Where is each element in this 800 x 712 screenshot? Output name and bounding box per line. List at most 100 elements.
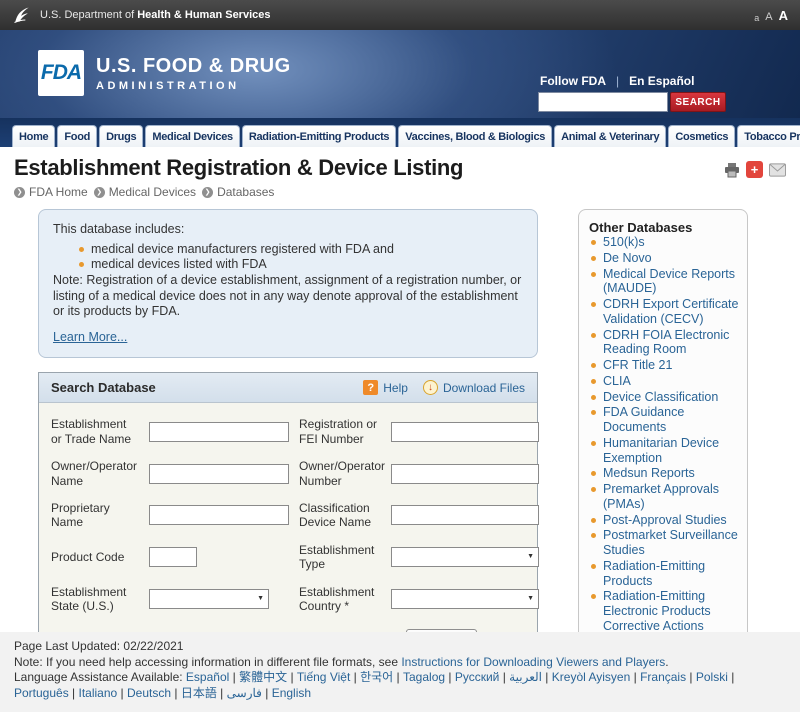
nav-tab-cosmetics[interactable]: Cosmetics [668, 125, 735, 147]
language-link-espanol[interactable]: Español [186, 670, 229, 684]
search-submit-button[interactable]: Search [406, 629, 477, 631]
fda-logo[interactable]: FDA U.S. FOOD & DRUG ADMINISTRATION [38, 50, 291, 96]
header-utility-area: Follow FDA | En Español SEARCH [538, 74, 728, 112]
en-espanol-link[interactable]: En Español [629, 74, 694, 88]
content-column: This database includes: medical device m… [38, 209, 538, 632]
language-link-german[interactable]: Deutsch [117, 686, 171, 700]
language-link-italian[interactable]: Italiano [69, 686, 118, 700]
establishment-type-label: Establishment Type [299, 543, 381, 572]
language-link-japanese[interactable]: 日本語 [171, 686, 217, 700]
main-content: Establishment Registration & Device List… [0, 147, 800, 632]
sidebar-item-cfr-title-21[interactable]: CFR Title 21 [589, 358, 739, 373]
sidebar-item-radiation-corrective-actions[interactable]: Radiation-Emitting Electronic Products C… [589, 589, 739, 631]
site-search-input[interactable] [538, 92, 668, 112]
sidebar-item-guidance-documents[interactable]: FDA Guidance Documents [589, 405, 739, 435]
sidebar-item-post-approval-studies[interactable]: Post-Approval Studies [589, 513, 739, 528]
proprietary-name-label: Proprietary Name [51, 501, 139, 530]
language-link-french[interactable]: Français [630, 670, 686, 684]
owner-operator-number-input[interactable] [391, 464, 539, 484]
font-size-large-button[interactable]: A [779, 8, 788, 23]
language-link-kreyol[interactable]: Kreyòl Ayisyen [542, 670, 630, 684]
nav-tab-food[interactable]: Food [57, 125, 97, 147]
language-link-tagalog[interactable]: Tagalog [393, 670, 445, 684]
download-icon[interactable] [423, 380, 438, 395]
page-title: Establishment Registration & Device List… [14, 155, 463, 181]
hhs-department-label: U.S. Department of Health & Human Servic… [40, 9, 271, 21]
breadcrumb: FDA Home Medical Devices Databases [14, 185, 786, 199]
primary-nav: Home Food Drugs Medical Devices Radiatio… [0, 118, 800, 147]
hhs-eagle-icon [12, 5, 32, 25]
owner-operator-number-label: Owner/Operator Number [299, 459, 381, 488]
language-link-russian[interactable]: Русский [445, 670, 499, 684]
help-link[interactable]: Help [383, 381, 408, 395]
chevron-circle-icon [14, 187, 25, 198]
font-size-controls: a A A [754, 8, 788, 23]
font-size-medium-button[interactable]: A [765, 11, 772, 23]
sidebar-item-de-novo[interactable]: De Novo [589, 251, 739, 266]
info-bullet-item: medical devices listed with FDA [79, 257, 523, 273]
page-footer: Page Last Updated: 02/22/2021 Note: If y… [0, 632, 800, 712]
sidebar-item-postmarket-surveillance[interactable]: Postmarket Surveillance Studies [589, 528, 739, 558]
other-databases-panel: Other Databases 510(k)s De Novo Medical … [578, 209, 748, 632]
owner-operator-name-label: Owner/Operator Name [51, 459, 139, 488]
print-icon[interactable] [723, 161, 740, 178]
nav-tab-vaccines-blood-biologics[interactable]: Vaccines, Blood & Biologics [398, 125, 552, 147]
establishment-name-input[interactable] [149, 422, 289, 442]
link-separator: | [616, 74, 619, 88]
owner-operator-name-input[interactable] [149, 464, 289, 484]
sidebar-item-510ks[interactable]: 510(k)s [589, 235, 739, 250]
proprietary-name-input[interactable] [149, 505, 289, 525]
classification-device-name-label: Classification Device Name [299, 501, 381, 530]
nav-tab-medical-devices[interactable]: Medical Devices [145, 125, 240, 147]
share-icon[interactable]: + [746, 161, 763, 178]
sidebar-item-pmas[interactable]: Premarket Approvals (PMAs) [589, 482, 739, 512]
font-size-small-button[interactable]: a [754, 13, 759, 23]
classification-device-name-input[interactable] [391, 505, 539, 525]
email-icon[interactable] [769, 161, 786, 178]
sidebar-item-humanitarian-device-exemption[interactable]: Humanitarian Device Exemption [589, 436, 739, 466]
sidebar-item-maude[interactable]: Medical Device Reports (MAUDE) [589, 267, 739, 297]
info-bullet-item: medical device manufacturers registered … [79, 242, 523, 258]
product-code-input[interactable] [149, 547, 197, 567]
language-link-vietnamese[interactable]: Tiếng Việt [287, 670, 350, 684]
establishment-country-select[interactable] [391, 589, 539, 609]
sidebar-item-radiation-emitting-products[interactable]: Radiation-Emitting Products [589, 559, 739, 589]
sidebar-column: Other Databases 510(k)s De Novo Medical … [578, 209, 748, 632]
language-link-farsi[interactable]: فارسی [217, 686, 262, 700]
language-link-korean[interactable]: 한국어 [350, 670, 393, 684]
nav-tab-drugs[interactable]: Drugs [99, 125, 143, 147]
establishment-state-select[interactable] [149, 589, 269, 609]
info-note: Note: Registration of a device establish… [53, 273, 523, 320]
sidebar-item-clia[interactable]: CLIA [589, 374, 739, 389]
search-database-panel: Search Database Help Download Files Esta… [38, 372, 538, 631]
help-icon[interactable] [363, 380, 378, 395]
learn-more-link[interactable]: Learn More... [53, 330, 127, 346]
nav-tab-animal-veterinary[interactable]: Animal & Veterinary [554, 125, 666, 147]
search-database-header: Search Database Help Download Files [39, 373, 537, 403]
downloading-viewers-link[interactable]: Instructions for Downloading Viewers and… [401, 655, 665, 669]
language-link-polish[interactable]: Polski [686, 670, 728, 684]
nav-tab-radiation-emitting-products[interactable]: Radiation-Emitting Products [242, 125, 396, 147]
language-link-chinese[interactable]: 繁體中文 [229, 670, 287, 684]
follow-fda-link[interactable]: Follow FDA [540, 74, 606, 88]
download-files-link[interactable]: Download Files [443, 381, 525, 395]
language-link-arabic[interactable]: العربية [499, 670, 542, 684]
breadcrumb-databases[interactable]: Databases [202, 185, 274, 199]
nav-tab-home[interactable]: Home [12, 125, 55, 147]
breadcrumb-fda-home[interactable]: FDA Home [14, 185, 88, 199]
product-code-label: Product Code [51, 550, 139, 564]
fda-logo-acronym: FDA [38, 50, 84, 96]
sidebar-item-device-classification[interactable]: Device Classification [589, 390, 739, 405]
chevron-circle-icon [202, 187, 213, 198]
fda-header: FDA U.S. FOOD & DRUG ADMINISTRATION Foll… [0, 30, 800, 118]
language-assistance: Language Assistance Available: Español繁體… [14, 670, 786, 702]
registration-number-input[interactable] [391, 422, 539, 442]
sidebar-item-medsun-reports[interactable]: Medsun Reports [589, 466, 739, 481]
nav-tab-tobacco-products[interactable]: Tobacco Products [737, 125, 800, 147]
language-link-english[interactable]: English [262, 686, 311, 700]
breadcrumb-medical-devices[interactable]: Medical Devices [94, 185, 196, 199]
site-search-button[interactable]: SEARCH [670, 92, 726, 112]
establishment-type-select[interactable] [391, 547, 539, 567]
sidebar-item-cecv[interactable]: CDRH Export Certificate Validation (CECV… [589, 297, 739, 327]
sidebar-item-foia-reading-room[interactable]: CDRH FOIA Electronic Reading Room [589, 328, 739, 358]
